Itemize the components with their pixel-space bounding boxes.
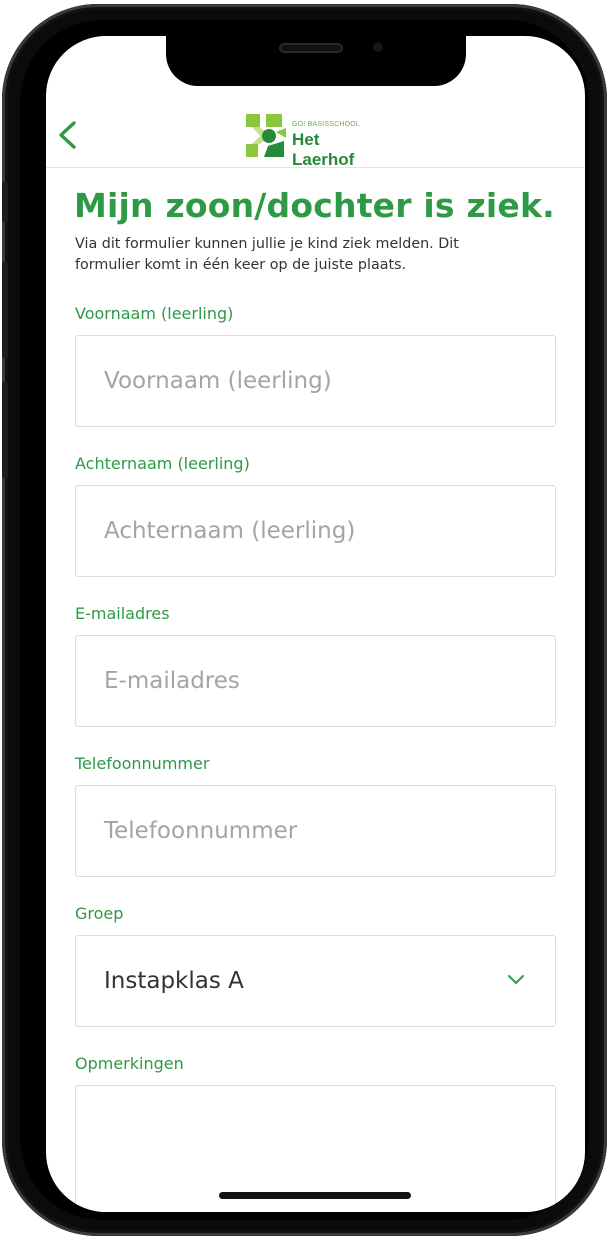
groep-label: Groep — [75, 904, 124, 923]
logo-school-name: Het Laerhof — [292, 130, 355, 169]
speaker — [279, 43, 343, 53]
telefoon-placeholder: Telefoonnummer — [104, 818, 298, 844]
notch — [166, 36, 466, 86]
achternaam-input[interactable]: Achternaam (leerling) — [75, 485, 556, 577]
app-header: GO! BASISSCHOOL Het Laerhof — [46, 94, 585, 169]
groep-select[interactable]: Instapklas A — [75, 935, 556, 1027]
groep-selected-value: Instapklas A — [104, 968, 244, 994]
school-logo: GO! BASISSCHOOL Het Laerhof — [246, 114, 386, 169]
achternaam-placeholder: Achternaam (leerling) — [104, 518, 356, 544]
intro-text: Via dit formulier kunnen jullie je kind … — [75, 236, 459, 273]
voornaam-placeholder: Voornaam (leerling) — [104, 368, 332, 394]
back-arrow-icon[interactable] — [56, 120, 80, 150]
app-screen: GO! BASISSCHOOL Het Laerhof Mijn zoon/do… — [46, 36, 585, 1212]
voornaam-input[interactable]: Voornaam (leerling) — [75, 335, 556, 427]
telefoon-input[interactable]: Telefoonnummer — [75, 785, 556, 877]
chevron-down-icon — [508, 975, 524, 984]
mute-switch — [2, 182, 8, 222]
volume-down-button — [2, 382, 8, 478]
telefoon-label: Telefoonnummer — [75, 754, 210, 773]
home-indicator — [219, 1192, 411, 1199]
voornaam-label: Voornaam (leerling) — [75, 304, 234, 323]
volume-up-button — [2, 262, 8, 358]
email-placeholder: E-mailadres — [104, 668, 240, 694]
email-label: E-mailadres — [75, 604, 170, 623]
logo-mark-icon — [246, 114, 286, 157]
achternaam-label: Achternaam (leerling) — [75, 454, 250, 473]
logo-subtitle: GO! BASISSCHOOL — [292, 121, 360, 128]
page-title: Mijn zoon/dochter is ziek. — [74, 186, 555, 225]
front-camera — [373, 42, 383, 52]
email-input[interactable]: E-mailadres — [75, 635, 556, 727]
opmerkingen-label: Opmerkingen — [75, 1054, 184, 1073]
